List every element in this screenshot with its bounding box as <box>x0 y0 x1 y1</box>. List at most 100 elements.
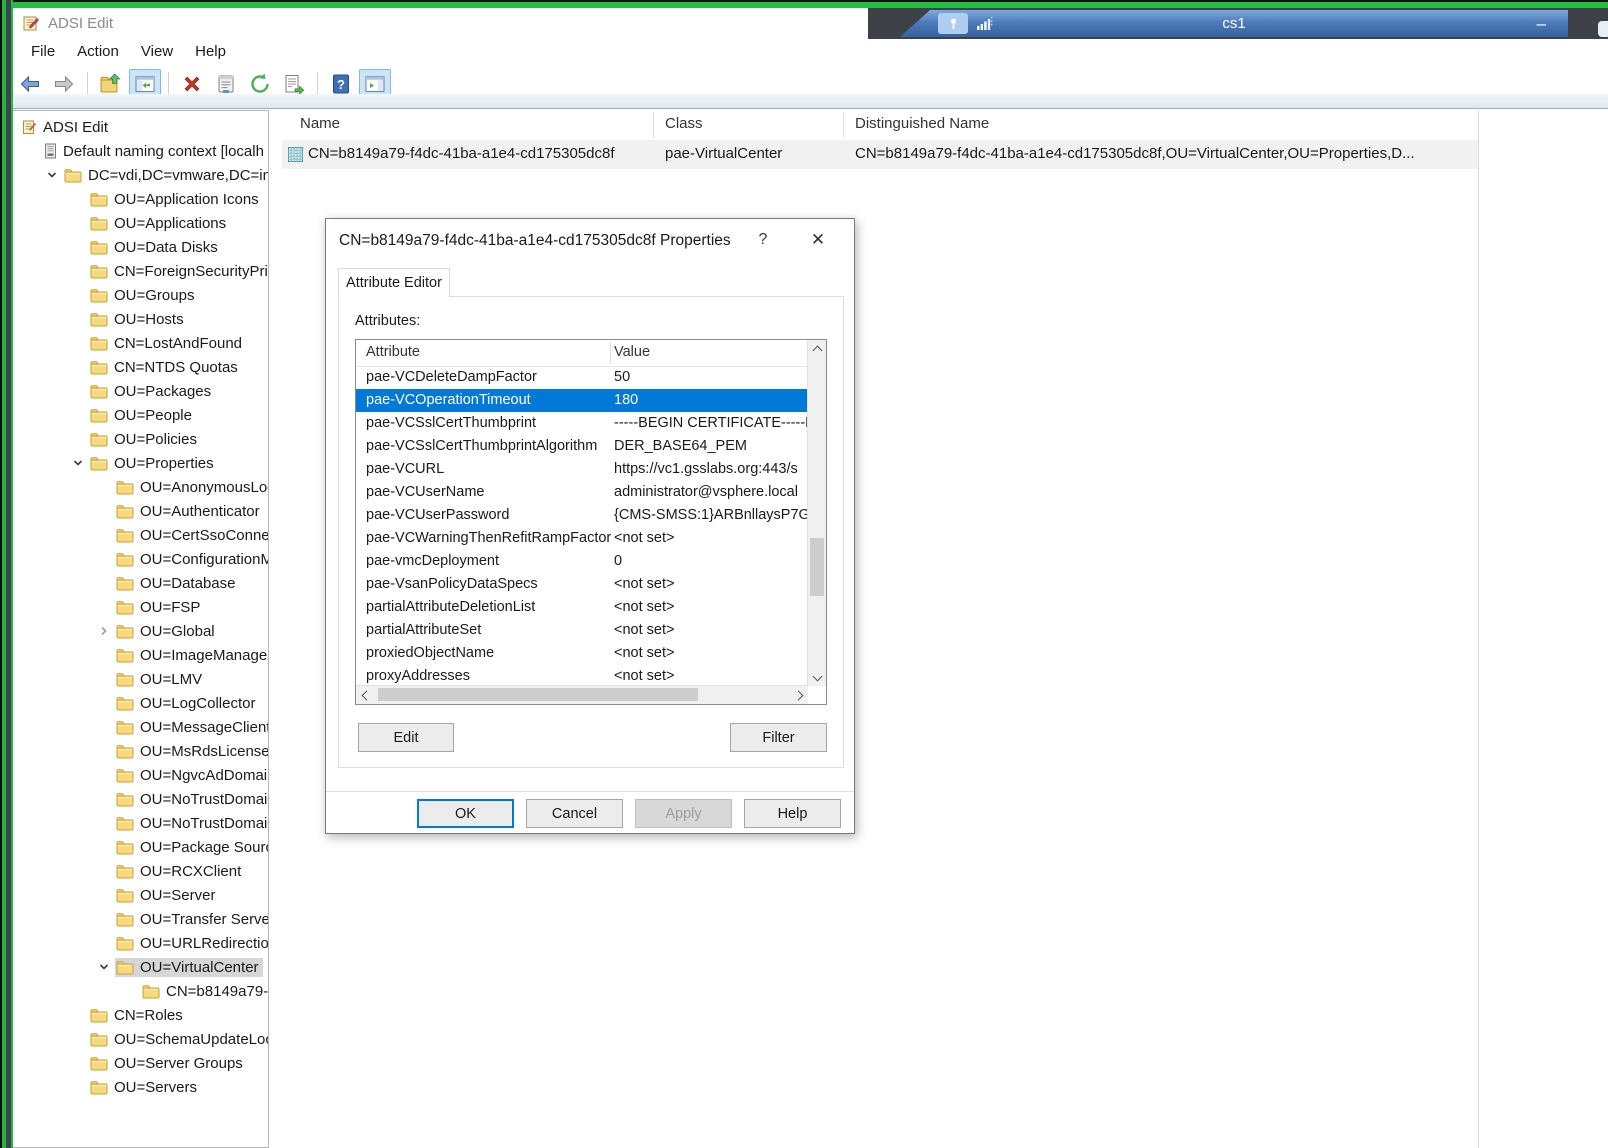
tree-item-ou-ngvcaddomair[interactable]: OU=NgvcAdDomair <box>13 763 268 787</box>
tree-item-ou-msrdslicense[interactable]: OU=MsRdsLicense <box>13 739 268 763</box>
attribute-row-pae-vmcdeployment[interactable]: pae-vmcDeployment0 <box>356 550 808 573</box>
tree-item-ou-server[interactable]: OU=Server <box>13 883 268 907</box>
tree-item-ou-logcollector[interactable]: OU=LogCollector <box>13 691 268 715</box>
tree-item-ou-virtualcenter[interactable]: OU=VirtualCenter <box>13 955 268 979</box>
tree-item-ou-groups[interactable]: OU=Groups <box>13 283 268 307</box>
tree-item-ou-data-disks[interactable]: OU=Data Disks <box>13 235 268 259</box>
ok-button[interactable]: OK <box>417 799 514 828</box>
attribute-row-pae-vcsslcertthumbprintalgorithm[interactable]: pae-VCSslCertThumbprintAlgorithmDER_BASE… <box>356 435 808 458</box>
help-button[interactable]: Help <box>744 799 841 828</box>
edit-button[interactable]: Edit <box>358 723 454 752</box>
horizontal-scrollbar[interactable] <box>356 685 808 704</box>
tree-item-ou-rcxclient[interactable]: OU=RCXClient <box>13 859 268 883</box>
column-header-class[interactable]: Class <box>665 115 703 132</box>
tree-item-ou-database[interactable]: OU=Database <box>13 571 268 595</box>
chevron-down-icon[interactable] <box>41 169 63 181</box>
attribute-row-partialattributedeletionlist[interactable]: partialAttributeDeletionList<not set> <box>356 596 808 619</box>
chevron-down-icon[interactable] <box>67 457 89 469</box>
tree-item-label: OU=Data Disks <box>114 239 218 256</box>
tree-item-ou-certssoconnec[interactable]: OU=CertSsoConnec <box>13 523 268 547</box>
tree-item-ou-configurationm[interactable]: OU=ConfigurationM <box>13 547 268 571</box>
scroll-left-icon[interactable] <box>356 686 373 704</box>
tree-item-cn-foreignsecurityprir[interactable]: CN=ForeignSecurityPrir <box>13 259 268 283</box>
tree-item-label: OU=Groups <box>114 287 194 304</box>
tree-item-ou-properties[interactable]: OU=Properties <box>13 451 268 475</box>
attribute-name: partialAttributeSet <box>366 622 481 638</box>
column-divider[interactable] <box>843 112 844 138</box>
tree-item-ou-authenticator[interactable]: OU=Authenticator <box>13 499 268 523</box>
attribute-row-pae-vsanpolicydataspecs[interactable]: pae-VsanPolicyDataSpecs<not set> <box>356 573 808 596</box>
tree-item-ou-people[interactable]: OU=People <box>13 403 268 427</box>
close-icon[interactable]: ✕ <box>796 225 840 255</box>
scrollbar-thumb[interactable] <box>810 538 824 596</box>
tree-item-ou-servers[interactable]: OU=Servers <box>13 1075 268 1099</box>
filter-button[interactable]: Filter <box>730 723 827 752</box>
attribute-row-pae-vcwarningthenrefitrampfactor[interactable]: pae-VCWarningThenRefitRampFactor<not set… <box>356 527 808 550</box>
apply-button[interactable]: Apply <box>635 799 732 828</box>
tree-item-cn-lostandfound[interactable]: CN=LostAndFound <box>13 331 268 355</box>
attribute-row-pae-vcdeletedampfactor[interactable]: pae-VCDeleteDampFactor50 <box>356 366 808 389</box>
naming-context-icon <box>44 143 57 159</box>
tree-item-label: CN=ForeignSecurityPrir <box>114 263 269 280</box>
column-divider[interactable] <box>610 342 611 364</box>
attribute-row-pae-vcurl[interactable]: pae-VCURLhttps://vc1.gsslabs.org:443/s <box>356 458 808 481</box>
rdp-minimize-button[interactable]: – <box>1537 14 1546 34</box>
tree-item-ou-messageclient[interactable]: OU=MessageClient <box>13 715 268 739</box>
attribute-row-proxiedobjectname[interactable]: proxiedObjectName<not set> <box>356 642 808 665</box>
tree-item-ou-package-source[interactable]: OU=Package Source <box>13 835 268 859</box>
tree-item-ou-application-icons[interactable]: OU=Application Icons <box>13 187 268 211</box>
menu-view[interactable]: View <box>130 41 184 62</box>
tree-item-dc-vdi-dc-vmware-dc-in[interactable]: DC=vdi,DC=vmware,DC=in <box>13 163 268 187</box>
list-row[interactable]: CN=b8149a79-f4dc-41ba-a1e4-cd175305dc8fp… <box>282 140 1478 169</box>
panel-splitter[interactable] <box>269 110 283 1148</box>
tree-item-ou-lmv[interactable]: OU=LMV <box>13 667 268 691</box>
tree-item-cn-ntds-quotas[interactable]: CN=NTDS Quotas <box>13 355 268 379</box>
folder-icon <box>90 384 108 399</box>
tree-item-ou-transfer-server[interactable]: OU=Transfer Server <box>13 907 268 931</box>
vertical-scrollbar[interactable] <box>807 340 826 686</box>
scroll-right-icon[interactable] <box>791 686 808 704</box>
attribute-row-pae-vcsslcertthumbprint[interactable]: pae-VCSslCertThumbprint-----BEGIN CERTIF… <box>356 412 808 435</box>
scroll-down-icon[interactable] <box>808 669 826 686</box>
cancel-button[interactable]: Cancel <box>526 799 623 828</box>
scroll-up-icon[interactable] <box>808 340 826 357</box>
column-header-value[interactable]: Value <box>614 344 650 360</box>
attribute-row-pae-vcuserpassword[interactable]: pae-VCUserPassword{CMS-SMSS:1}ARBnllaysP… <box>356 504 808 527</box>
dialog-help-icon[interactable]: ? <box>741 225 785 255</box>
help-icon: ? <box>329 72 353 96</box>
tree-item-ou-urlredirection[interactable]: OU=URLRedirection <box>13 931 268 955</box>
tree-item-ou-hosts[interactable]: OU=Hosts <box>13 307 268 331</box>
tree-item-ou-notrustdomair[interactable]: OU=NoTrustDomair <box>13 811 268 835</box>
tree-item-ou-packages[interactable]: OU=Packages <box>13 379 268 403</box>
tree-item-ou-applications[interactable]: OU=Applications <box>13 211 268 235</box>
tree-item-ou-imagemanagen[interactable]: OU=ImageManagen <box>13 643 268 667</box>
tree-item-ou-notrustdomair[interactable]: OU=NoTrustDomair <box>13 787 268 811</box>
tree-item-ou-policies[interactable]: OU=Policies <box>13 427 268 451</box>
column-divider[interactable] <box>653 112 654 138</box>
menu-help[interactable]: Help <box>184 41 237 62</box>
attribute-row-partialattributeset[interactable]: partialAttributeSet<not set> <box>356 619 808 642</box>
attribute-row-pae-vcusername[interactable]: pae-VCUserNameadministrator@vsphere.loca… <box>356 481 808 504</box>
tree-item-adsi-edit[interactable]: ADSI Edit <box>13 115 268 139</box>
tree-item-ou-schemaupdatelocl[interactable]: OU=SchemaUpdateLocl <box>13 1027 268 1051</box>
column-header-name[interactable]: Name <box>300 115 340 132</box>
scrollbar-thumb[interactable] <box>378 688 698 701</box>
tree-item-cn-roles[interactable]: CN=Roles <box>13 1003 268 1027</box>
column-header-attribute[interactable]: Attribute <box>366 344 420 360</box>
tree-item-default-naming-context-localh[interactable]: Default naming context [localh <box>13 139 268 163</box>
folder-icon <box>90 1056 108 1071</box>
tree-item-ou-anonymouslog[interactable]: OU=AnonymousLog <box>13 475 268 499</box>
attribute-value: -----BEGIN CERTIFICATE-----M <box>614 415 808 431</box>
tree-item-ou-global[interactable]: OU=Global <box>13 619 268 643</box>
tree-item-ou-fsp[interactable]: OU=FSP <box>13 595 268 619</box>
chevron-down-icon[interactable] <box>93 961 115 973</box>
chevron-right-icon[interactable] <box>93 625 115 637</box>
menu-file[interactable]: File <box>20 41 66 62</box>
attribute-value: 180 <box>614 392 638 408</box>
attribute-row-pae-vcoperationtimeout[interactable]: pae-VCOperationTimeout180 <box>356 389 808 412</box>
tree-item-ou-server-groups[interactable]: OU=Server Groups <box>13 1051 268 1075</box>
menu-action[interactable]: Action <box>66 41 130 62</box>
tab-attribute-editor[interactable]: Attribute Editor <box>338 268 450 297</box>
tree-item-cn-b8149a79-f4[interactable]: CN=b8149a79-f4 <box>13 979 268 1003</box>
column-header-dn[interactable]: Distinguished Name <box>855 115 989 132</box>
